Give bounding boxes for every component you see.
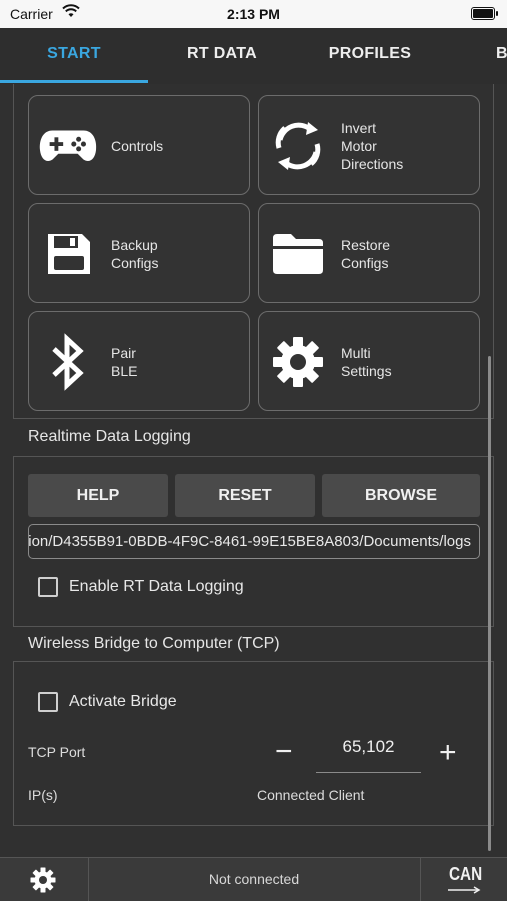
log-path-field[interactable]: tion/D4355B91-0BDB-4F9C-8461-99E15BE8A80… <box>28 524 480 559</box>
ips-label: IP(s) <box>28 787 58 803</box>
activate-bridge-label: Activate Bridge <box>69 693 177 710</box>
backup-configs-tile[interactable]: Backup Configs <box>28 203 250 303</box>
tab-start[interactable]: START <box>0 28 148 84</box>
enable-logging-checkbox[interactable] <box>38 577 58 597</box>
log-path-value: tion/D4355B91-0BDB-4F9C-8461-99E15BE8A80… <box>28 533 471 550</box>
invert-motor-directions-label: Invert Motor Directions <box>341 120 404 172</box>
tcp-port-decrement-button[interactable]: − <box>275 737 293 767</box>
connection-status: Not connected <box>208 871 300 887</box>
invert-motor-directions-tile[interactable]: Invert Motor Directions <box>258 95 480 195</box>
rotate-arrows-icon <box>269 118 327 174</box>
tab-bar: START RT DATA PROFILES B <box>0 28 507 84</box>
bridge-section-title: Wireless Bridge to Computer (TCP) <box>28 635 280 652</box>
gamepad-icon <box>39 118 97 174</box>
backup-configs-label: Backup Configs <box>111 237 159 271</box>
multi-settings-label: Multi Settings <box>341 345 392 379</box>
can-label: CAN <box>449 864 483 884</box>
tcp-port-label: TCP Port <box>28 744 86 760</box>
settings-gear-icon[interactable] <box>30 867 56 898</box>
tcp-port-increment-button[interactable]: + <box>439 738 457 768</box>
activate-bridge-checkbox[interactable] <box>38 692 58 712</box>
restore-configs-tile[interactable]: Restore Configs <box>258 203 480 303</box>
bottom-bar: Not connected CAN <box>0 857 507 901</box>
pair-ble-tile[interactable]: Pair BLE <box>28 311 250 411</box>
status-bar: Carrier 2:13 PM <box>0 0 507 28</box>
tab-profiles[interactable]: PROFILES <box>296 28 444 84</box>
bluetooth-icon <box>39 333 97 391</box>
multi-settings-tile[interactable]: Multi Settings <box>258 311 480 411</box>
enable-logging-label: Enable RT Data Logging <box>69 578 244 595</box>
logging-section-title: Realtime Data Logging <box>28 428 191 445</box>
can-button[interactable]: CAN <box>440 862 490 896</box>
tab-next[interactable]: B <box>496 28 507 84</box>
connected-client-label: Connected Client <box>257 787 365 803</box>
restore-configs-label: Restore Configs <box>341 237 391 271</box>
active-tab-indicator <box>0 80 148 83</box>
tab-rt-data[interactable]: RT DATA <box>148 28 296 84</box>
battery-icon <box>471 7 498 20</box>
help-button[interactable]: HELP <box>28 474 168 517</box>
browse-button[interactable]: BROWSE <box>322 474 480 517</box>
tcp-port-underline <box>316 772 421 773</box>
controls-label: Controls <box>111 138 164 154</box>
tcp-port-input[interactable]: 65,102 <box>316 737 421 757</box>
arrow-right-icon <box>448 886 481 894</box>
floppy-disk-icon <box>39 226 97 282</box>
folder-icon <box>269 226 327 282</box>
bottom-separator <box>420 858 421 901</box>
gear-icon <box>269 334 327 390</box>
reset-button[interactable]: RESET <box>175 474 315 517</box>
clock: 2:13 PM <box>227 6 280 22</box>
pair-ble-label: Pair BLE <box>111 345 138 379</box>
scrollbar[interactable] <box>488 356 491 851</box>
controls-tile[interactable]: Controls <box>28 95 250 195</box>
